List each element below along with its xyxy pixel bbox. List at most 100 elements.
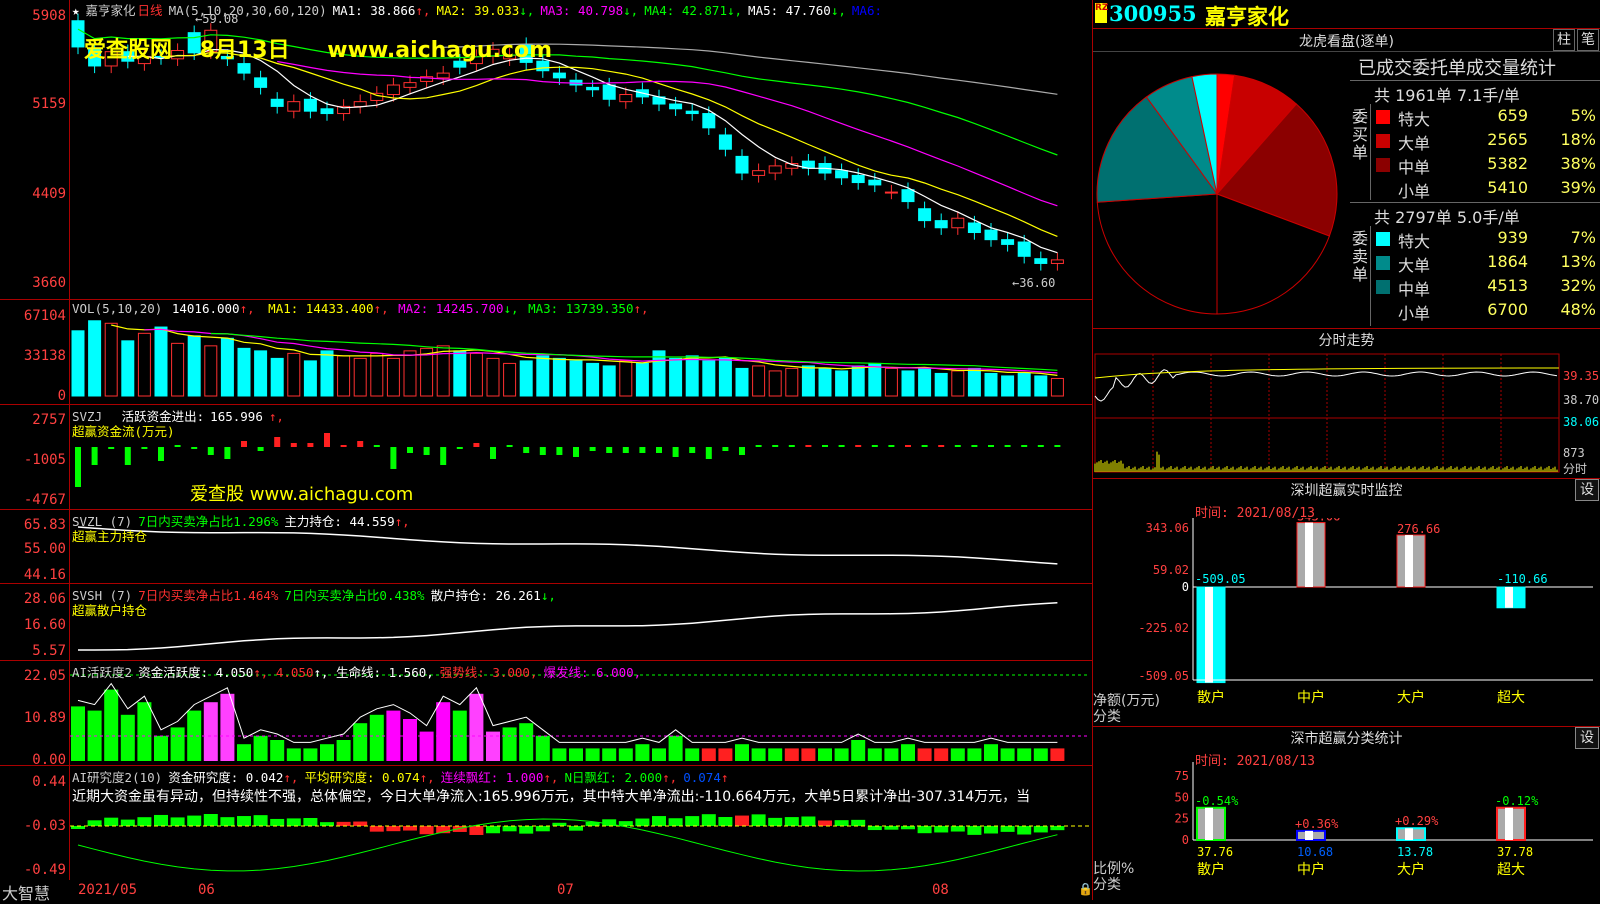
research-bar [154,814,168,826]
activity-bar [685,748,700,761]
ma-name: MA4: [644,3,675,18]
research-bar [917,826,932,834]
monitor-settings-button[interactable]: 设 [1575,479,1599,501]
ai1-item3: 强势线: 3.000, [439,665,538,680]
activity-bar [71,706,85,761]
classify-y-label: 0 [1182,833,1189,847]
flow-bar [224,447,231,459]
volume-bar [552,357,566,397]
research-bar [701,814,716,826]
svzj-value: 165.996 [210,409,263,424]
classify-title: 深市超赢分类统计 [1290,731,1403,747]
activity-bar [652,748,666,761]
research-bar [137,817,152,826]
tab-bar[interactable]: 柱 [1553,29,1575,51]
research-bar [784,817,799,826]
candle-body [1034,258,1048,264]
flow-bar [971,445,978,447]
flow-bar [473,443,480,447]
flow-bar [257,447,264,451]
flow-bar [1021,445,1028,447]
y-label: -0.49 [23,862,66,878]
candle-body [71,20,85,48]
classify-category: 超大 [1497,862,1525,878]
order-qty: 659 [1497,106,1528,125]
activity-bar [436,702,451,761]
right-panel: RZ 300955 嘉亨家化 龙虎看盘(逐单) 柱 笔 已成交委托单成交量统计 … [1093,0,1600,900]
activity-bar [353,723,368,761]
divider [1093,328,1600,329]
vol-ma-dir: ↑, [633,301,649,316]
volume-bar [121,340,135,397]
lock-icon[interactable]: 🔒 [1078,882,1093,896]
volume-bar [635,362,649,397]
research-bar [934,826,949,833]
order-pie-chart[interactable] [1093,52,1349,327]
ma-dir: ↓, [623,3,639,18]
activity-bar [469,693,484,761]
legend-swatch [1376,158,1390,172]
candle-body [1001,239,1015,245]
classify-change: +0.29% [1395,814,1439,828]
volume-bar [1050,377,1064,397]
y-label: 10.89 [23,710,66,726]
activity-bar [984,744,998,761]
research-bar [801,816,816,826]
volume-bar [851,365,865,397]
candle-body [718,134,732,150]
activity-bar [701,748,716,761]
flow-bar [390,447,397,469]
flow-bar [822,445,828,447]
activity-bar [934,748,949,761]
monitor-chart[interactable]: 343.06 59.02 0 -225.02 -509.05 -509.05 散户 343.0… [1093,518,1600,728]
volume-bar [652,350,666,397]
y-label: 67104 [23,308,66,324]
high-price-label: ←59.08 [195,12,239,26]
candle-body [851,174,865,184]
activity-bar [154,735,168,761]
research-bar [104,817,119,826]
candle-body [270,98,284,107]
research-bar [967,826,982,835]
y-label: 55.00 [23,541,66,557]
candle-body [901,189,915,203]
research-bar [519,826,534,834]
legend-swatch [1376,304,1390,318]
x-label: 06 [198,882,215,898]
volume-bar [88,320,102,397]
star-icon[interactable]: ★ [72,3,80,18]
chart-area[interactable]: ★ 嘉亨家化 日线 MA(5,10,20,30,60,120) MA1: 38.866↑… [0,0,1093,903]
candle-body [552,72,566,79]
activity-bar [502,727,517,761]
svzl-item1: 7日内买卖净占比1.296% [138,514,279,529]
svzj-dir: ↑, [268,409,284,424]
classify-value: 13.78 [1397,845,1433,859]
intraday-chart[interactable] [1093,350,1600,478]
classify-chart[interactable]: 75 50 25 0 -0.54% 37.76 散户 +0.36% 10.68 中户 +0.29% 1… [1093,762,1600,900]
ma-label: MA(5,10,20,30,60,120) [168,3,327,18]
svzl-item2: 主力持仓: 44.559 [284,514,395,529]
retail-holding-line [78,602,1058,651]
candle-body [602,84,616,100]
candle-body [436,72,450,79]
candle-body [237,63,251,74]
flow-bar [423,447,430,455]
flow-bar [124,447,131,465]
activity-bar [1017,748,1032,761]
monitor-y-label: 59.02 [1153,563,1189,577]
ai1-item4: 爆发线: 6.000, [543,665,642,680]
candle-body [254,77,268,88]
activity-bar [336,740,351,761]
order-qty: 5382 [1487,154,1528,173]
activity-bar [170,727,185,761]
classify-settings-button[interactable]: 设 [1575,727,1599,749]
period-label[interactable]: 日线 [138,3,163,18]
research-bar [87,820,102,826]
flow-bar [921,445,928,447]
flow-bar [324,433,330,447]
flow-bar [954,445,961,447]
tab-tick[interactable]: 笔 [1577,29,1599,51]
volume-bar [137,332,151,397]
y-label: 5.57 [32,643,66,659]
activity-bar [917,748,932,761]
